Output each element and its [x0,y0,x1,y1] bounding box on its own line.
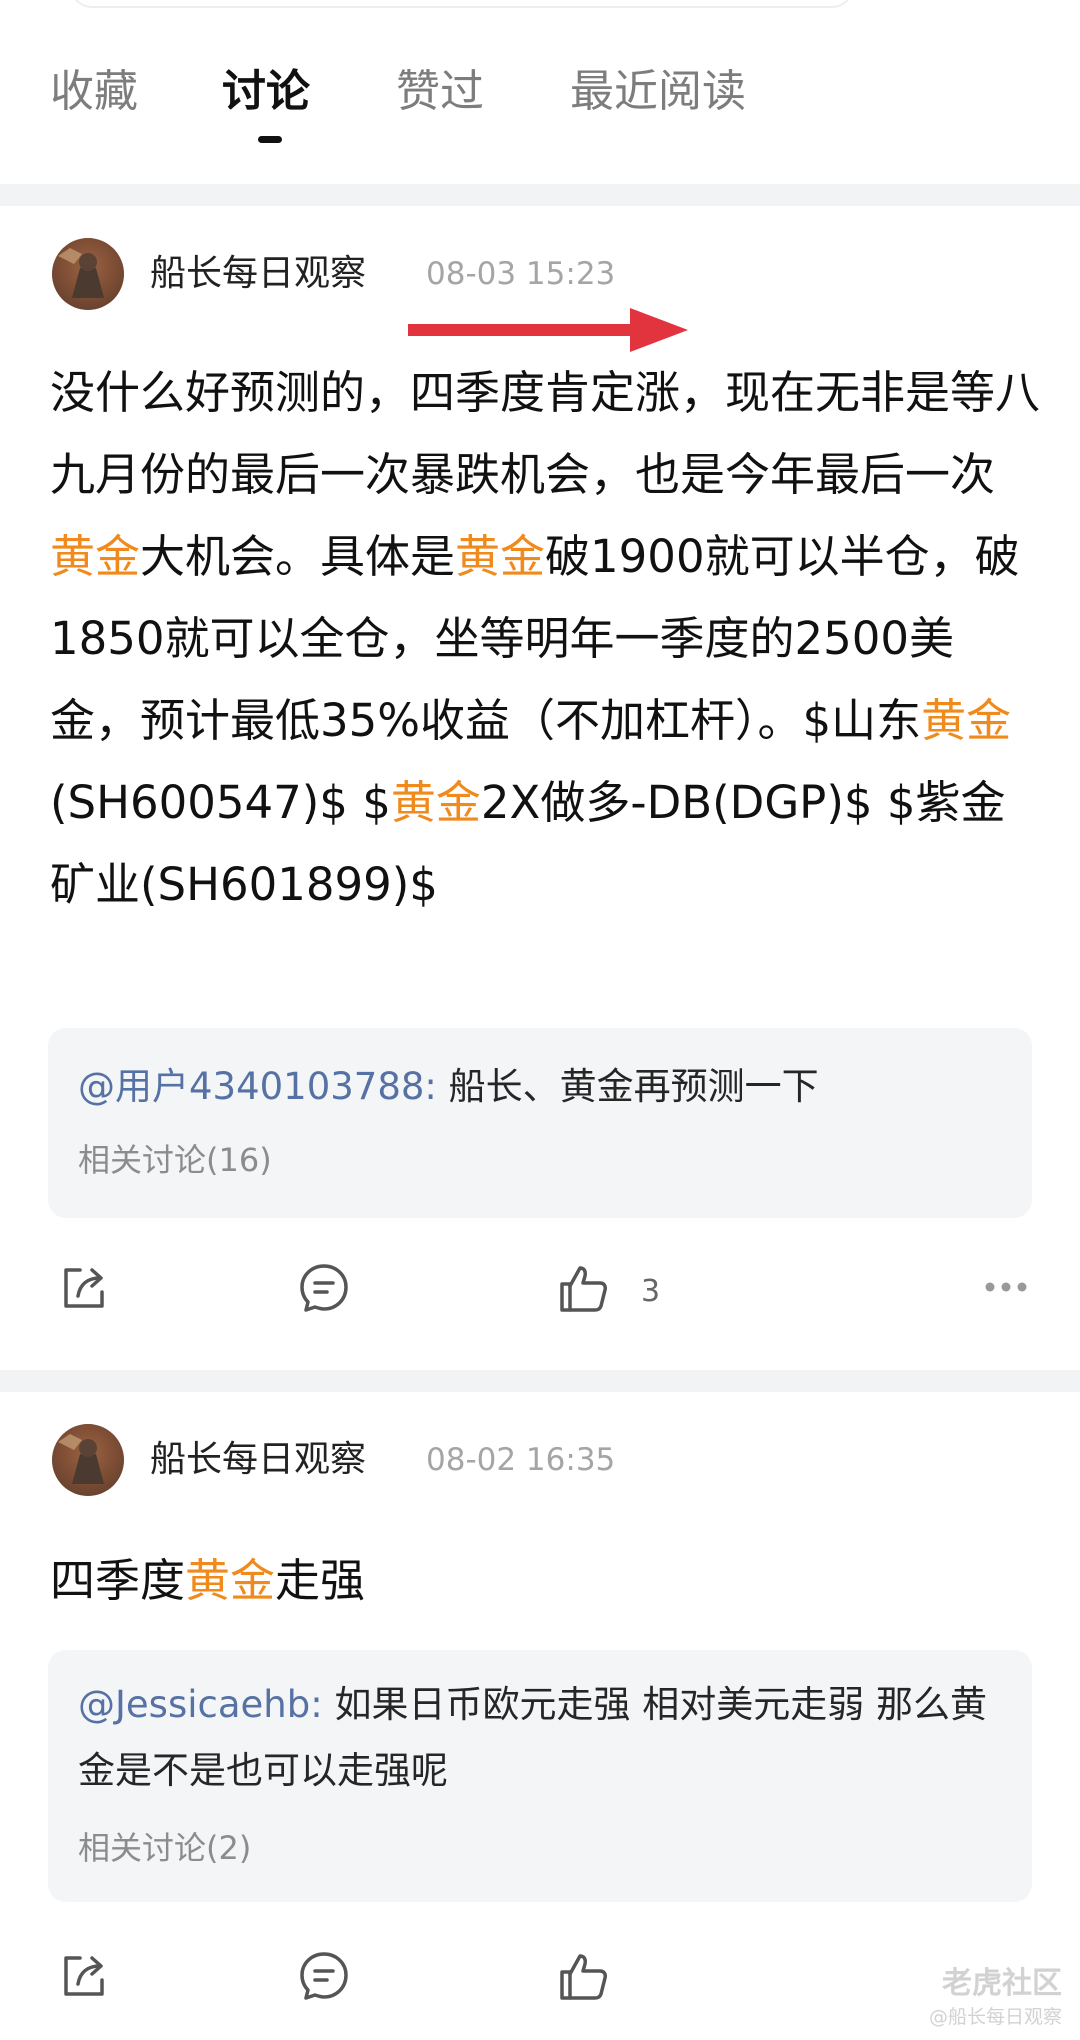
quote-text: @Jessicaehb: 如果日币欧元走强 相对美元走弱 那么黄金是不是也可以走… [78,1672,1008,1804]
thumbs-up-icon[interactable] [556,1260,612,1316]
keyword-highlight[interactable]: 黄金 [391,776,481,829]
avatar[interactable] [52,1424,124,1496]
keyword-highlight[interactable]: 黄金 [185,1554,275,1607]
related-discussion-link[interactable]: 相关讨论(2) [78,1826,251,1870]
tab-favorites[interactable]: 收藏 [50,62,138,122]
user-mention[interactable]: @Jessicaehb: [78,1683,323,1726]
thumbs-up-icon[interactable] [556,1948,612,2004]
user-mention[interactable]: @用户4340103788: [78,1065,437,1108]
quoted-discussion[interactable]: @用户4340103788: 船长、黄金再预测一下 相关讨论(16) [48,1028,1032,1218]
tab-liked[interactable]: 赞过 [396,62,484,122]
quote-text: @用户4340103788: 船长、黄金再预测一下 [78,1054,1008,1120]
comment-icon[interactable] [296,1260,352,1316]
related-discussion-link[interactable]: 相关讨论(16) [78,1138,272,1182]
quoted-discussion[interactable]: @Jessicaehb: 如果日币欧元走强 相对美元走弱 那么黄金是不是也可以走… [48,1650,1032,1902]
body-text-segment: 四季度 [50,1554,186,1607]
tab-bar: 收藏 讨论 赞过 最近阅读 [0,0,1080,184]
author-name[interactable]: 船长每日观察 [150,248,366,300]
tab-discussion[interactable]: 讨论 [222,62,310,122]
body-text-segment: 没什么好预测的，四季度肯定涨，现在无非是等八九月份的最后一次暴跌机会，也是今年最… [50,366,1041,501]
keyword-highlight[interactable]: 黄金 [455,530,545,583]
avatar[interactable] [52,238,124,310]
red-arrow-annotation [408,300,688,360]
more-icon[interactable] [984,1278,1028,1292]
section-divider [0,1370,1080,1392]
body-text-segment: 走强 [275,1554,366,1607]
post-body[interactable]: 四季度黄金走强 [50,1540,1040,1622]
post-body[interactable]: 没什么好预测的，四季度肯定涨，现在无非是等八九月份的最后一次暴跌机会，也是今年最… [50,352,1040,926]
body-text-segment: 大机会。具体是 [140,530,456,583]
comment-icon[interactable] [296,1948,352,2004]
share-icon[interactable] [56,1260,112,1316]
quote-body: 船长、黄金再预测一下 [436,1065,819,1108]
keyword-highlight[interactable]: 黄金 [921,694,1011,747]
watermark-user: @船长每日观察 [928,2006,1062,2028]
watermark: 老虎社区 @船长每日观察 [929,1964,1062,2030]
post-time: 08-03 15:23 [426,256,616,292]
tab-recent-reading[interactable]: 最近阅读 [570,62,746,122]
post-time: 08-02 16:35 [426,1442,616,1478]
section-divider [0,184,1080,206]
body-text-segment: (SH600547)$ $ [50,776,391,829]
active-tab-indicator [258,136,282,143]
keyword-highlight[interactable]: 黄金 [50,530,140,583]
like-count: 3 [641,1274,661,1309]
author-name[interactable]: 船长每日观察 [150,1434,366,1486]
watermark-brand: 老虎社区 [942,1966,1062,2001]
share-icon[interactable] [56,1948,112,2004]
